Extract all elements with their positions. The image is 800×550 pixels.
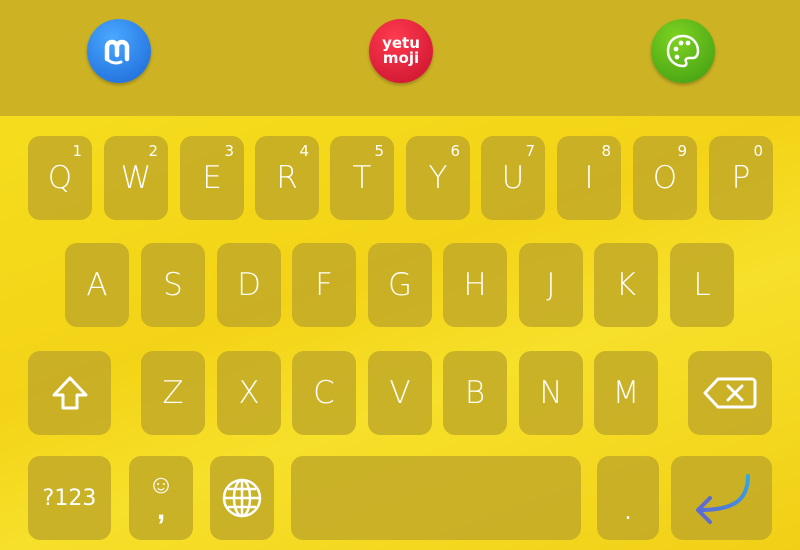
shift-arrow-icon <box>52 376 87 410</box>
key-l[interactable]: L <box>670 243 734 327</box>
key-b[interactable]: B <box>443 351 507 435</box>
key-label: I <box>584 160 594 196</box>
symbols-key[interactable]: ?123 <box>28 456 111 540</box>
key-p[interactable]: P0 <box>709 136 773 220</box>
period-label: . <box>624 499 632 525</box>
key-r[interactable]: R4 <box>255 136 319 220</box>
key-label: G <box>387 267 413 303</box>
key-j[interactable]: J <box>519 243 583 327</box>
symbols-label: ?123 <box>42 485 97 511</box>
key-label: J <box>546 267 556 303</box>
key-hint: 1 <box>72 142 82 160</box>
key-v[interactable]: V <box>368 351 432 435</box>
key-hint: 2 <box>148 142 158 160</box>
backspace-key[interactable] <box>688 351 772 435</box>
period-key[interactable]: . <box>597 456 659 540</box>
key-d[interactable]: D <box>217 243 281 327</box>
key-hint: 7 <box>525 142 535 160</box>
key-label: C <box>313 375 335 411</box>
key-e[interactable]: E3 <box>180 136 244 220</box>
key-label: Y <box>428 160 448 196</box>
key-label: E <box>202 160 222 196</box>
key-k[interactable]: K <box>594 243 658 327</box>
key-w[interactable]: W2 <box>104 136 168 220</box>
key-label: Z <box>162 375 184 411</box>
key-u[interactable]: U7 <box>481 136 545 220</box>
key-label: B <box>464 375 486 411</box>
key-label: A <box>86 267 108 303</box>
mastodon-icon[interactable] <box>87 19 151 83</box>
key-label: M <box>612 375 640 411</box>
key-label: D <box>237 267 261 303</box>
space-key[interactable] <box>291 456 581 540</box>
yetumoji-label-bottom: moji <box>382 49 420 67</box>
key-label: T <box>352 160 372 196</box>
key-label: Q <box>47 160 73 196</box>
key-label: N <box>539 375 563 411</box>
key-label: X <box>238 375 260 411</box>
backspace-icon <box>703 377 757 409</box>
key-label: P <box>731 160 751 196</box>
enter-arrow-icon <box>695 474 750 524</box>
key-m[interactable]: M <box>594 351 658 435</box>
key-label: R <box>276 160 298 196</box>
key-hint: 8 <box>601 142 611 160</box>
key-label: F <box>315 267 333 303</box>
key-hint: 4 <box>299 142 309 160</box>
key-label: H <box>463 267 487 303</box>
globe-icon <box>222 478 262 518</box>
key-c[interactable]: C <box>292 351 356 435</box>
suggestion-toolbar: yetu moji <box>0 0 800 116</box>
key-i[interactable]: I8 <box>557 136 621 220</box>
key-f[interactable]: F <box>292 243 356 327</box>
key-x[interactable]: X <box>217 351 281 435</box>
key-h[interactable]: H <box>443 243 507 327</box>
palette-icon[interactable] <box>651 19 715 83</box>
key-hint: 3 <box>224 142 234 160</box>
shift-key[interactable] <box>28 351 111 435</box>
key-label: V <box>389 375 411 411</box>
yetumoji-icon[interactable]: yetu moji <box>369 19 433 83</box>
key-label: U <box>501 160 525 196</box>
key-a[interactable]: A <box>65 243 129 327</box>
key-label: O <box>652 160 678 196</box>
keyboard: Q1 W2 E3 R4 T5 Y6 U7 I8 O9 P0 A S D F G … <box>0 116 800 550</box>
key-o[interactable]: O9 <box>633 136 697 220</box>
emoji-comma-key[interactable]: ☺ , <box>129 456 193 540</box>
key-hint: 6 <box>450 142 460 160</box>
key-label: K <box>615 267 637 303</box>
key-label: S <box>163 267 183 303</box>
key-s[interactable]: S <box>141 243 205 327</box>
key-t[interactable]: T5 <box>330 136 394 220</box>
comma-label: , <box>156 493 166 526</box>
key-hint: 9 <box>677 142 687 160</box>
key-g[interactable]: G <box>368 243 432 327</box>
globe-key[interactable] <box>210 456 274 540</box>
key-label: W <box>120 160 152 196</box>
key-hint: 0 <box>753 142 763 160</box>
key-label: L <box>693 267 711 303</box>
key-q[interactable]: Q1 <box>28 136 92 220</box>
key-y[interactable]: Y6 <box>406 136 470 220</box>
key-hint: 5 <box>374 142 384 160</box>
key-z[interactable]: Z <box>141 351 205 435</box>
enter-key[interactable] <box>671 456 772 540</box>
key-n[interactable]: N <box>519 351 583 435</box>
